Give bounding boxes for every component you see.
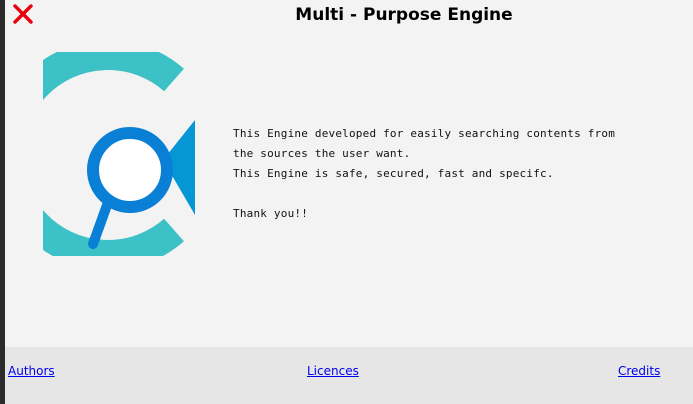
licences-link[interactable]: Licences bbox=[307, 364, 359, 378]
footer-bar: Authors Licences Credits bbox=[5, 347, 693, 404]
credits-link[interactable]: Credits bbox=[618, 364, 660, 378]
magnifier-logo-icon bbox=[5, 40, 195, 270]
authors-link[interactable]: Authors bbox=[8, 364, 55, 378]
app-logo bbox=[5, 40, 203, 270]
window-title: Multi - Purpose Engine bbox=[295, 5, 513, 25]
description-line: This Engine is safe, secured, fast and s… bbox=[233, 167, 554, 180]
about-window: Multi - Purpose Engine This Engine devel… bbox=[5, 0, 693, 404]
description-line: This Engine developed for easily searchi… bbox=[233, 127, 616, 160]
thank-you-text: Thank you!! bbox=[233, 207, 309, 220]
about-description: This Engine developed for easily searchi… bbox=[233, 124, 623, 224]
